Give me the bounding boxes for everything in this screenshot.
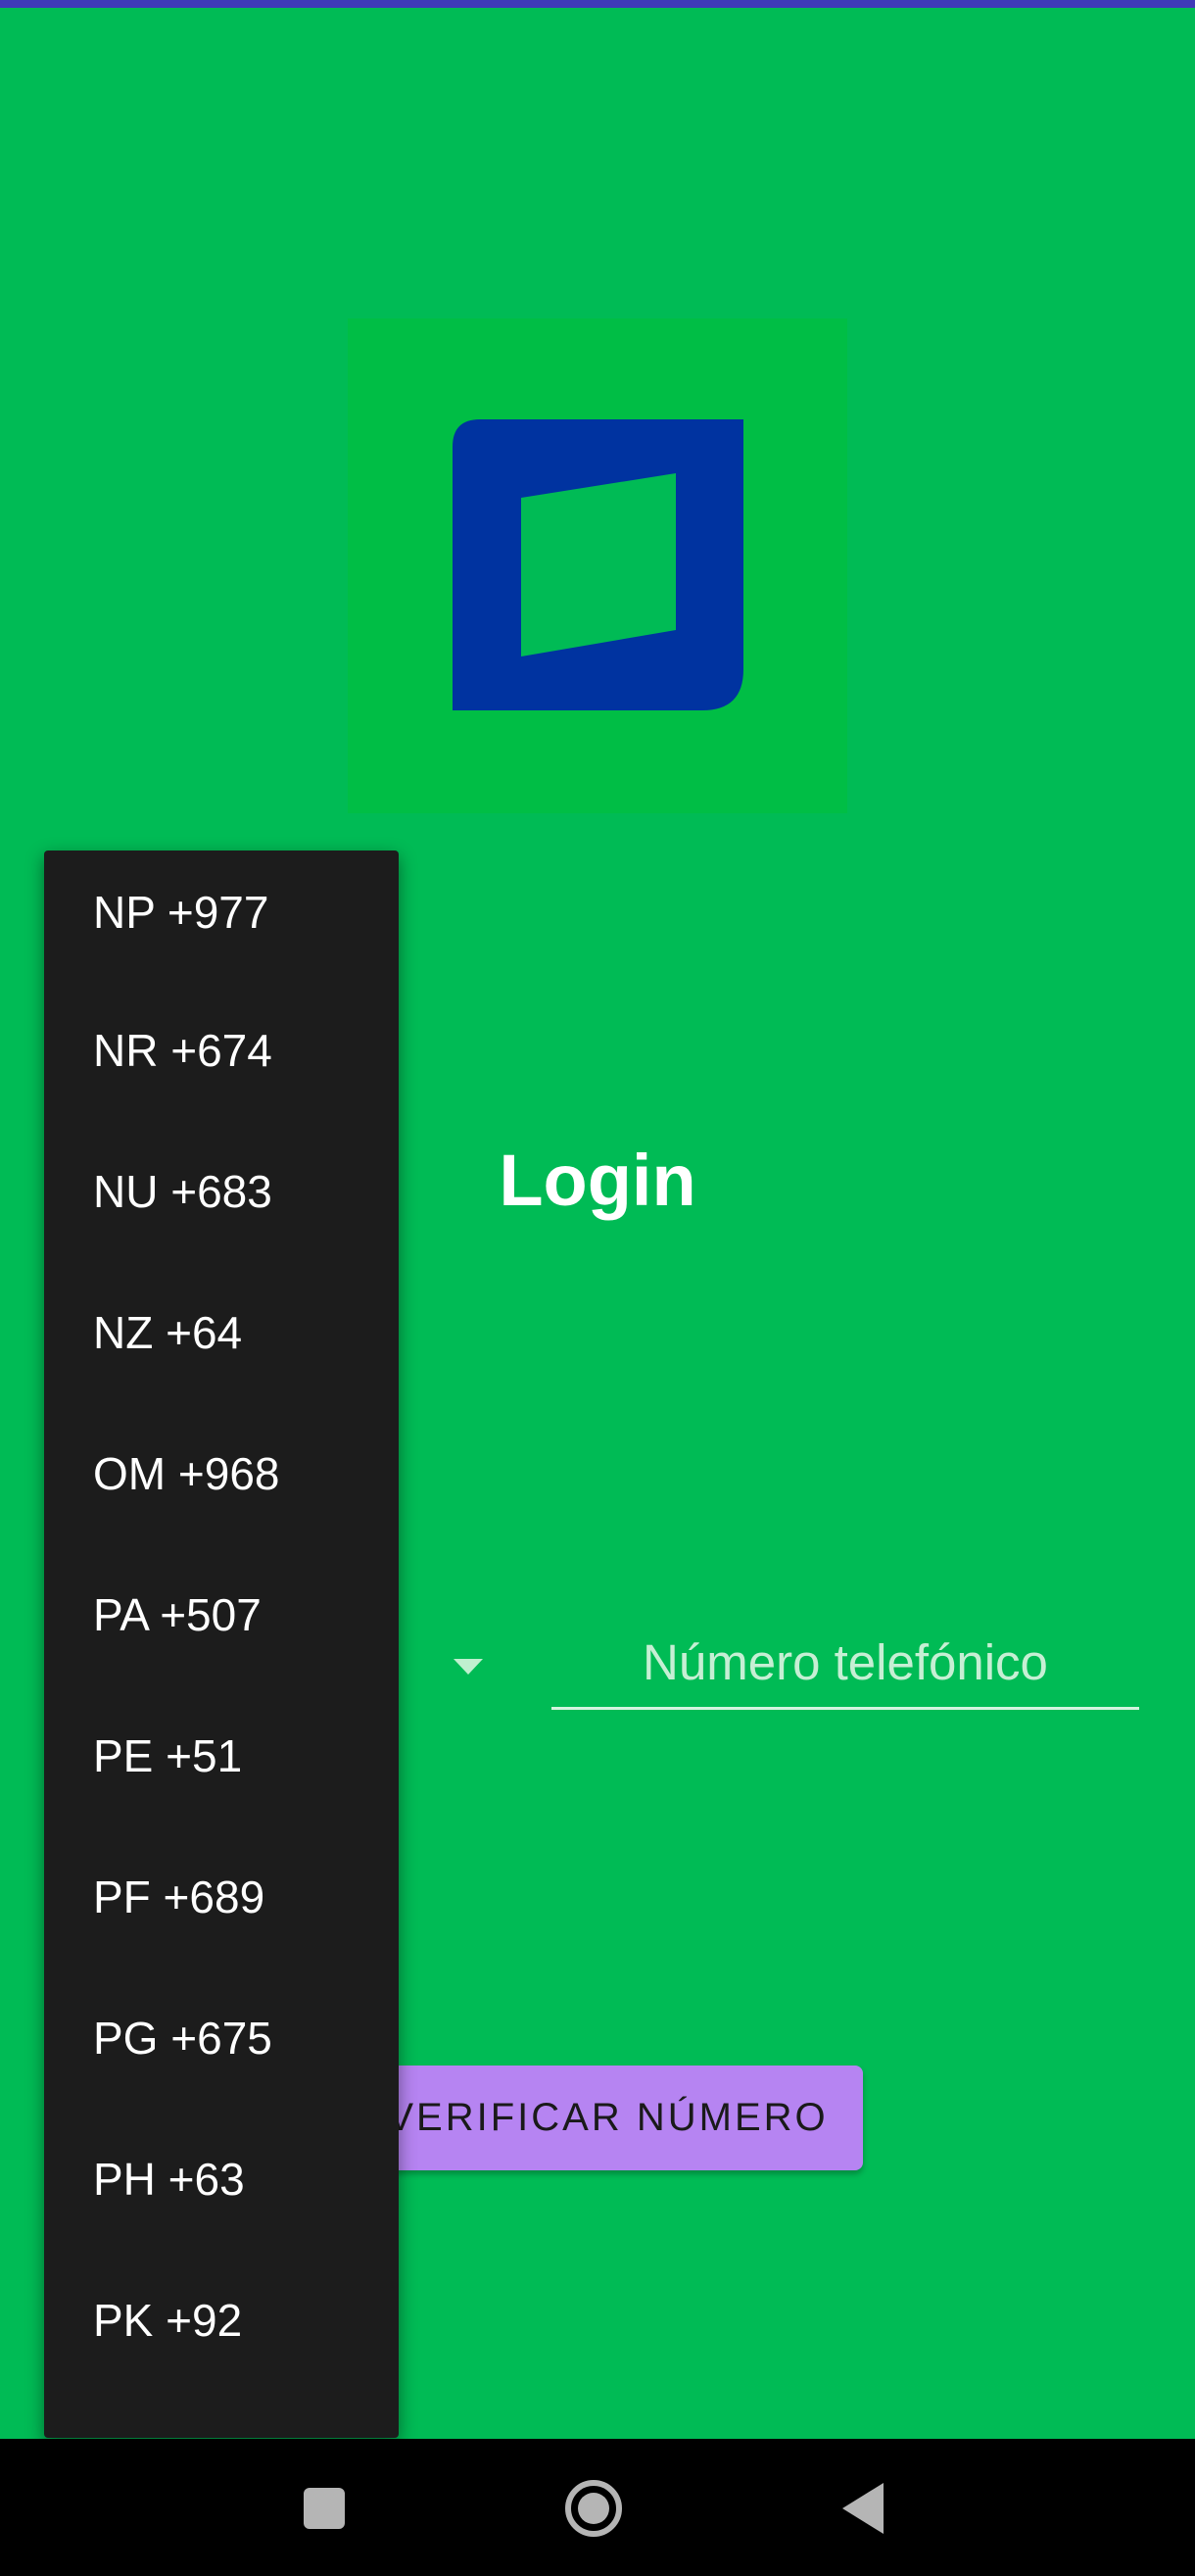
phone-number-input[interactable]: Número telefónico xyxy=(551,1627,1139,1710)
country-code-option[interactable]: NR +674 xyxy=(44,980,399,1121)
country-code-option[interactable]: OM +968 xyxy=(44,1403,399,1544)
phone-number-placeholder: Número telefónico xyxy=(643,1634,1048,1690)
page-title: Login xyxy=(499,1140,696,1221)
status-bar-strip xyxy=(0,0,1195,8)
country-code-option[interactable]: PA +507 xyxy=(44,1544,399,1685)
back-triangle-icon[interactable] xyxy=(842,2483,884,2534)
country-code-option[interactable]: PK +92 xyxy=(44,2250,399,2391)
home-circle-icon[interactable] xyxy=(564,2479,623,2538)
dropdown-arrow-icon[interactable] xyxy=(454,1659,483,1675)
recents-square-icon[interactable] xyxy=(304,2488,345,2529)
country-code-option[interactable]: NP +977 xyxy=(44,851,399,980)
country-code-dropdown-menu: NP +977 NR +674 NU +683 NZ +64 OM +968 P… xyxy=(44,851,399,2438)
app-logo-icon xyxy=(453,419,743,710)
country-code-option[interactable]: NZ +64 xyxy=(44,1262,399,1403)
country-code-option[interactable]: PF +689 xyxy=(44,1826,399,1968)
country-code-option[interactable]: PH +63 xyxy=(44,2109,399,2250)
country-code-option[interactable]: PE +51 xyxy=(44,1685,399,1826)
country-code-option[interactable]: NU +683 xyxy=(44,1121,399,1262)
country-code-option[interactable]: PG +675 xyxy=(44,1968,399,2109)
system-navigation-bar xyxy=(0,2439,1195,2576)
